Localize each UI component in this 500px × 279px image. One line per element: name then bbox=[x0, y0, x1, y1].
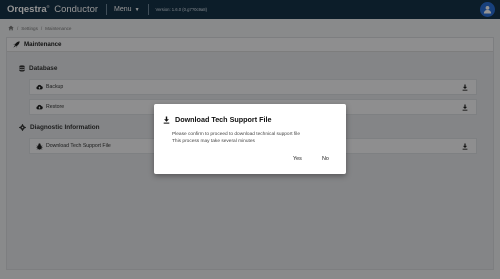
confirm-dialog: Download Tech Support File Please confir… bbox=[154, 104, 346, 174]
dialog-message: Please confirm to proceed to download te… bbox=[172, 131, 300, 145]
dialog-message-line2: This process may take several minutes bbox=[172, 139, 255, 144]
dialog-title-text: Download Tech Support File bbox=[175, 115, 272, 124]
yes-button[interactable]: Yes bbox=[293, 156, 302, 162]
no-button[interactable]: No bbox=[322, 156, 329, 162]
dialog-title: Download Tech Support File bbox=[163, 115, 272, 124]
dialog-message-line1: Please confirm to proceed to download te… bbox=[172, 132, 300, 137]
download-icon bbox=[163, 116, 170, 124]
